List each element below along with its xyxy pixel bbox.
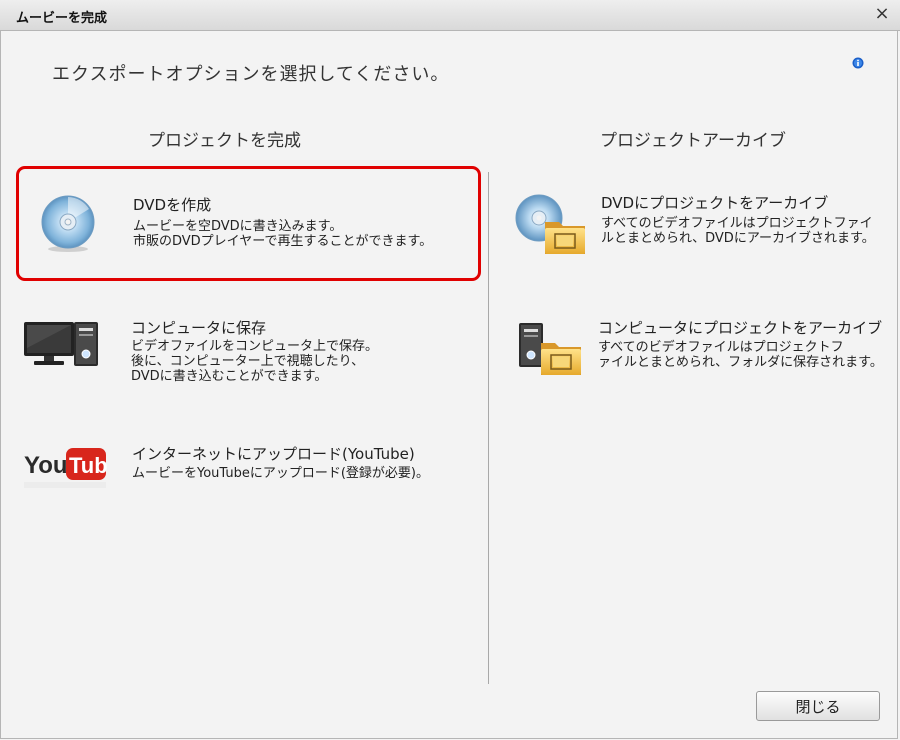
- option-description: ムービーを空DVDに書き込みます。 市販のDVDプレイヤーで再生することができま…: [133, 219, 433, 249]
- computer-folder-icon: [519, 323, 581, 375]
- option-name: インターネットにアップロード(YouTube): [132, 445, 415, 463]
- disc-icon: [41, 195, 95, 252]
- option-description: ビデオファイルをコンピュータ上で保存。 後に、コンピューター上で視聴したり、 D…: [131, 339, 379, 384]
- project-archive-heading: プロジェクトアーカイブ: [600, 131, 786, 151]
- column-divider: [488, 172, 489, 684]
- svg-text:You: You: [24, 452, 68, 479]
- close-button[interactable]: 閉じる: [756, 691, 880, 721]
- option-create-dvd[interactable]: DVDを作成 ムービーを空DVDに書き込みます。 市販のDVDプレイヤーで再生す…: [16, 166, 481, 281]
- option-name: DVDにプロジェクトをアーカイブ: [601, 194, 829, 212]
- option-archive-to-computer[interactable]: コンピュータにプロジェクトをアーカイブ すべてのビデオファイルはプロジェクトフ …: [505, 305, 890, 395]
- title-bar: ムービーを完成 ×: [0, 0, 900, 31]
- finish-project-heading: プロジェクトを完成: [148, 131, 301, 151]
- svg-text:Tube: Tube: [69, 453, 108, 478]
- window-title: ムービーを完成: [16, 11, 108, 26]
- youtube-icon: You Tube: [24, 448, 108, 488]
- option-archive-to-dvd[interactable]: DVDにプロジェクトをアーカイブ すべてのビデオファイルはプロジェクトファイ ル…: [505, 180, 890, 270]
- option-name: コンピュータにプロジェクトをアーカイブ: [598, 319, 883, 337]
- instruction-text: エクスポートオプションを選択してください。: [52, 64, 450, 85]
- option-description: ムービーをYouTubeにアップロード(登録が必要)。: [132, 466, 430, 481]
- disc-folder-icon: [515, 194, 585, 254]
- info-icon[interactable]: [852, 57, 864, 69]
- computer-icon: [24, 322, 98, 366]
- option-name: DVDを作成: [133, 196, 212, 214]
- option-name: コンピュータに保存: [131, 319, 267, 337]
- option-upload-youtube[interactable]: You Tube インターネットにアップロード(YouTube) ムービーをYo…: [16, 430, 481, 510]
- option-description: すべてのビデオファイルはプロジェクトファイ ルとまとめられ、DVDにアーカイブさ…: [601, 216, 875, 246]
- option-description: すべてのビデオファイルはプロジェクトフ ァイルとまとめられ、フォルダに保存されま…: [598, 340, 883, 370]
- option-save-to-computer[interactable]: コンピュータに保存 ビデオファイルをコンピュータ上で保存。 後に、コンピューター…: [16, 300, 481, 400]
- close-icon[interactable]: ×: [872, 4, 892, 24]
